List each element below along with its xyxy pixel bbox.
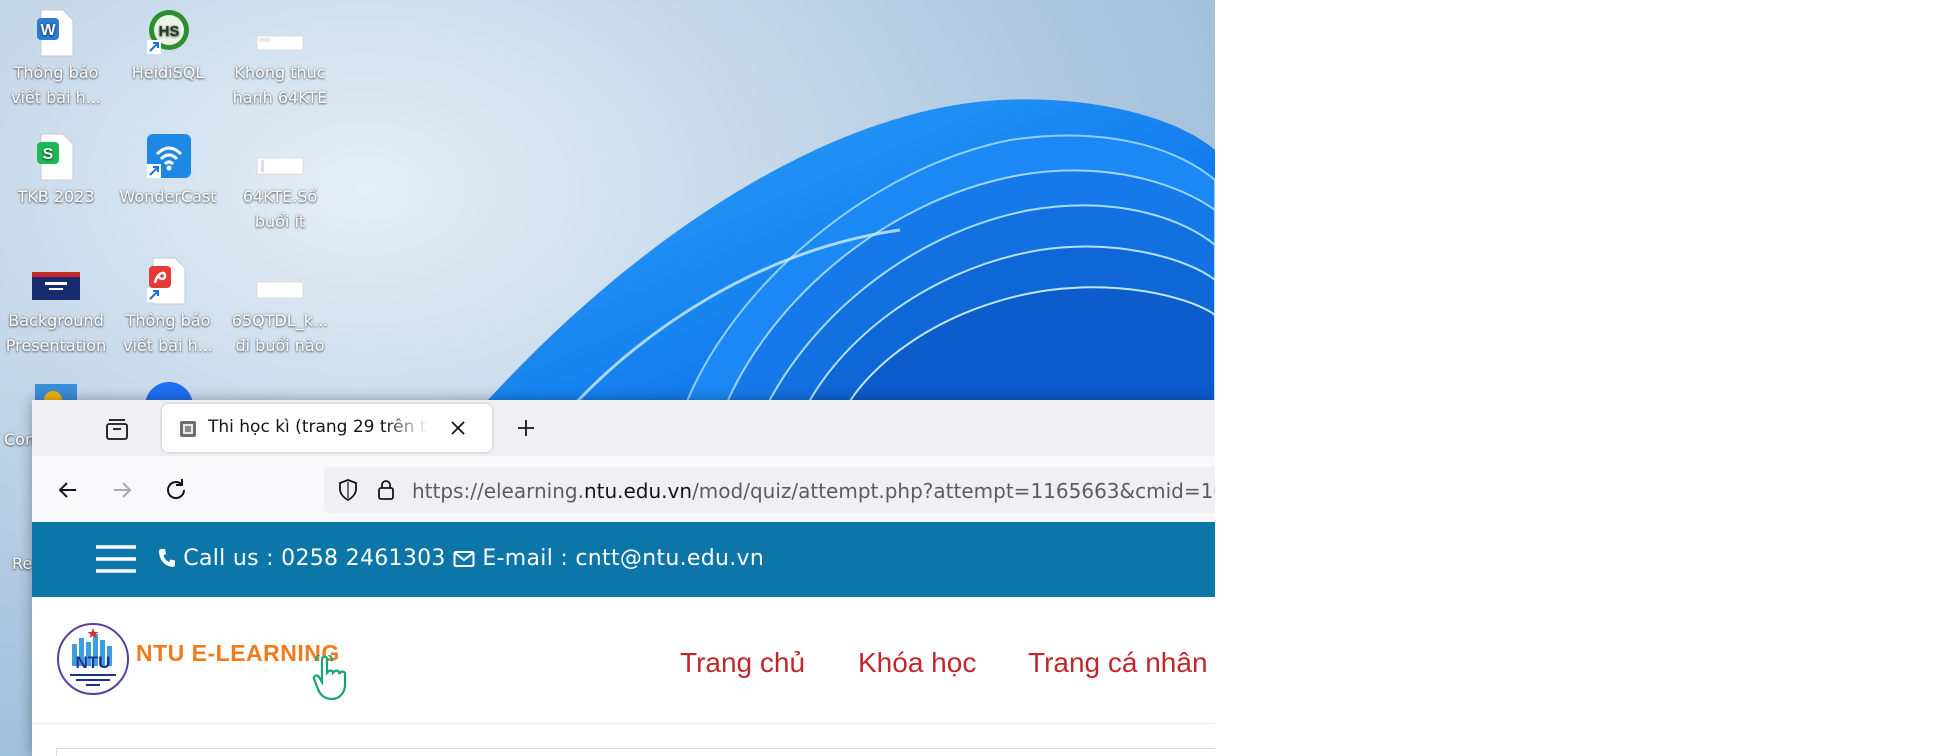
url-prefix: https://elearning. [412,479,584,503]
spreadsheet-file-icon [255,132,305,182]
desktop-icon-heidisql[interactable]: HS HeidiSQL [112,8,224,85]
hamburger-menu-icon[interactable] [96,544,136,574]
desktop-icon-label: HeidiSQL [131,63,205,82]
desktop-icon-label: Thông báo viết bài h... [122,311,213,355]
desktop: W Thông báo viết bài h... HS HeidiSQL Kh… [0,0,1215,756]
desktop-icon-label: 65QTDL_k... đi buổi nào [231,311,329,355]
pointing-hand-icon [312,655,347,701]
phone-icon [159,549,175,567]
spreadsheet-file-icon [255,8,305,58]
logo-seal-text: NTU [76,653,111,672]
desktop-icon-label: WonderCast [119,187,217,206]
heidisql-icon: HS [143,8,193,58]
wondercast-icon [143,132,193,182]
desktop-icon-wondercast[interactable]: WonderCast [112,132,224,209]
desktop-icon-65qtdl[interactable]: 65QTDL_k... đi buổi nào [224,256,336,358]
email-text[interactable]: E-mail : cntt@ntu.edu.vn [482,546,764,571]
url-path: /mod/quiz/attempt.php?attempt=1165663&cm… [692,479,1215,503]
svg-text:W: W [40,22,56,39]
desktop-icon-thong-bao-pdf[interactable]: Thông báo viết bài h... [112,256,224,358]
nav-link-trang-chu[interactable]: Trang chủ [680,647,805,679]
desktop-icon-label-con: Con [0,427,36,452]
desktop-icon-tkb-2023[interactable]: S TKB 2023 [0,132,112,209]
desktop-icon-label: Khong thuc hanh 64KTE [232,63,328,107]
spreadsheet-file-icon [255,256,305,306]
site-header: NTU NTU E-LEARNING Trang chủ Khóa học Tr… [32,597,1215,724]
word-document-icon: W [31,8,81,58]
svg-text:S: S [43,146,54,163]
desktop-icon-label: 64KTE.Số buổi ít [242,187,318,231]
desktop-icon-label: Re [12,554,33,573]
web-page: Call us : 0258 2461303 E-mail : cntt@ntu… [32,522,1215,756]
desktop-icon-recycle-bin[interactable]: Re [0,551,33,576]
svg-text:HS: HS [159,23,180,40]
tab-strip: Thi học kì (trang 29 trên tổng số [32,400,1215,456]
firefox-window: Thi học kì (trang 29 trên tổng số [32,400,1215,756]
close-tab-icon[interactable] [448,418,468,438]
url-bar[interactable]: https://elearning.ntu.edu.vn/mod/quiz/at… [324,467,1215,513]
desktop-icon-khong-thuc-hanh[interactable]: Khong thuc hanh 64KTE [224,8,336,110]
pdf-document-icon [143,256,193,306]
tab-title: Thi học kì (trang 29 trên tổng số [208,417,428,437]
forward-icon[interactable] [108,476,136,504]
desktop-icon-label: TKB 2023 [17,187,95,206]
desktop-icon-label: Thông báo viết bài h... [10,63,101,107]
quiz-content-box [56,748,1215,756]
tab-active[interactable]: Thi học kì (trang 29 trên tổng số [162,404,492,452]
wps-spreadsheet-icon: S [31,132,81,182]
tab-overview-icon[interactable] [104,416,130,442]
lock-icon[interactable] [374,478,398,502]
tab-favicon-icon [180,421,196,437]
ntu-logo-seal-icon[interactable]: NTU [56,622,130,696]
url-host: ntu.edu.vn [583,479,693,503]
contact-bar: Call us : 0258 2461303 E-mail : cntt@ntu… [32,522,1215,597]
reload-icon[interactable] [162,476,190,504]
shield-icon[interactable] [336,478,360,502]
nav-link-trang-ca-nhan[interactable]: Trang cá nhân [1028,647,1208,679]
url-text[interactable]: https://elearning.ntu.edu.vn/mod/quiz/at… [412,479,1215,503]
call-us-text: Call us : 0258 2461303 [183,546,446,571]
nav-link-khoa-hoc[interactable]: Khóa học [858,647,976,679]
desktop-icon-64kte[interactable]: 64KTE.Số buổi ít [224,132,336,234]
contact-info: Call us : 0258 2461303 E-mail : cntt@ntu… [158,546,764,571]
back-icon[interactable] [54,476,82,504]
desktop-icon-label: Background Presentation [5,311,107,355]
presentation-thumbnail-icon [31,256,81,306]
desktop-icon-label: Con [4,430,36,449]
site-logo-text[interactable]: NTU E-LEARNING [136,640,340,667]
new-tab-icon[interactable] [512,414,540,442]
envelope-icon [453,551,475,567]
navigation-toolbar: https://elearning.ntu.edu.vn/mod/quiz/at… [32,456,1215,523]
desktop-icon-background-presentation[interactable]: Background Presentation [0,256,112,358]
desktop-icon-thong-bao-word[interactable]: W Thông báo viết bài h... [0,8,112,110]
